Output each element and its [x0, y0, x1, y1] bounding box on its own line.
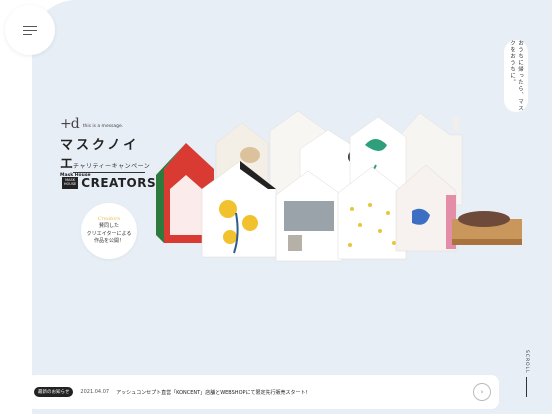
vertical-copy: おうちに帰ったら、マスクをおうちに。 — [509, 40, 523, 112]
house-back-chimney — [453, 117, 459, 133]
creators-link-button[interactable]: Creators 賛同した クリエイターによる 作品を公開！ — [81, 203, 137, 259]
news-badge: 最新のお知らせ — [34, 387, 74, 397]
vertical-copy-pill: おうちに帰ったら、マスクをおうちに。 — [504, 40, 528, 112]
wood-tray-figures — [458, 211, 510, 227]
chevron-right-icon[interactable]: › — [473, 383, 491, 401]
hamburger-icon — [23, 26, 37, 35]
house-back-left-pattern — [240, 147, 260, 163]
house-yellow-flower-bloom2 — [242, 215, 258, 231]
house-photos-image — [284, 201, 334, 231]
campaign-divider — [73, 172, 145, 173]
scroll-indicator[interactable]: SCROLL — [524, 350, 529, 397]
menu-button[interactable] — [5, 5, 55, 55]
campaign-title: CREATORS — [81, 176, 157, 190]
house-yellow-flower-bloom — [219, 200, 237, 218]
logo-mark: +d — [60, 116, 80, 132]
cta-script-text: Creators — [97, 216, 121, 223]
wood-tray-front — [452, 239, 522, 245]
scroll-line — [526, 376, 527, 397]
campaign-label: チャリティーキャンペーン — [73, 163, 151, 170]
cta-line-1: 賛同した — [98, 223, 119, 230]
logo-tagline: this is a message. — [82, 123, 124, 129]
campaign-heading: チャリティーキャンペーン MASK HOUSE CREATORS — [61, 161, 156, 190]
news-bar[interactable]: 最新のお知らせ 2021.04.07 アッシュコンセプト直営「KONCENT」店… — [27, 375, 499, 409]
house-photos-image2 — [288, 235, 302, 251]
mask-houses-illustration — [156, 110, 522, 262]
news-headline[interactable]: アッシュコンセプト直営「KONCENT」店舗とWEBSHOPにて限定先行販売スタ… — [116, 389, 310, 396]
news-date: 2021.04.07 — [80, 389, 110, 395]
campaign-badge: MASK HOUSE — [61, 177, 79, 189]
house-yellow-flower-bloom3 — [223, 230, 237, 244]
cta-line-3: 作品を公開！ — [93, 238, 124, 245]
scroll-label: SCROLL — [524, 350, 529, 374]
